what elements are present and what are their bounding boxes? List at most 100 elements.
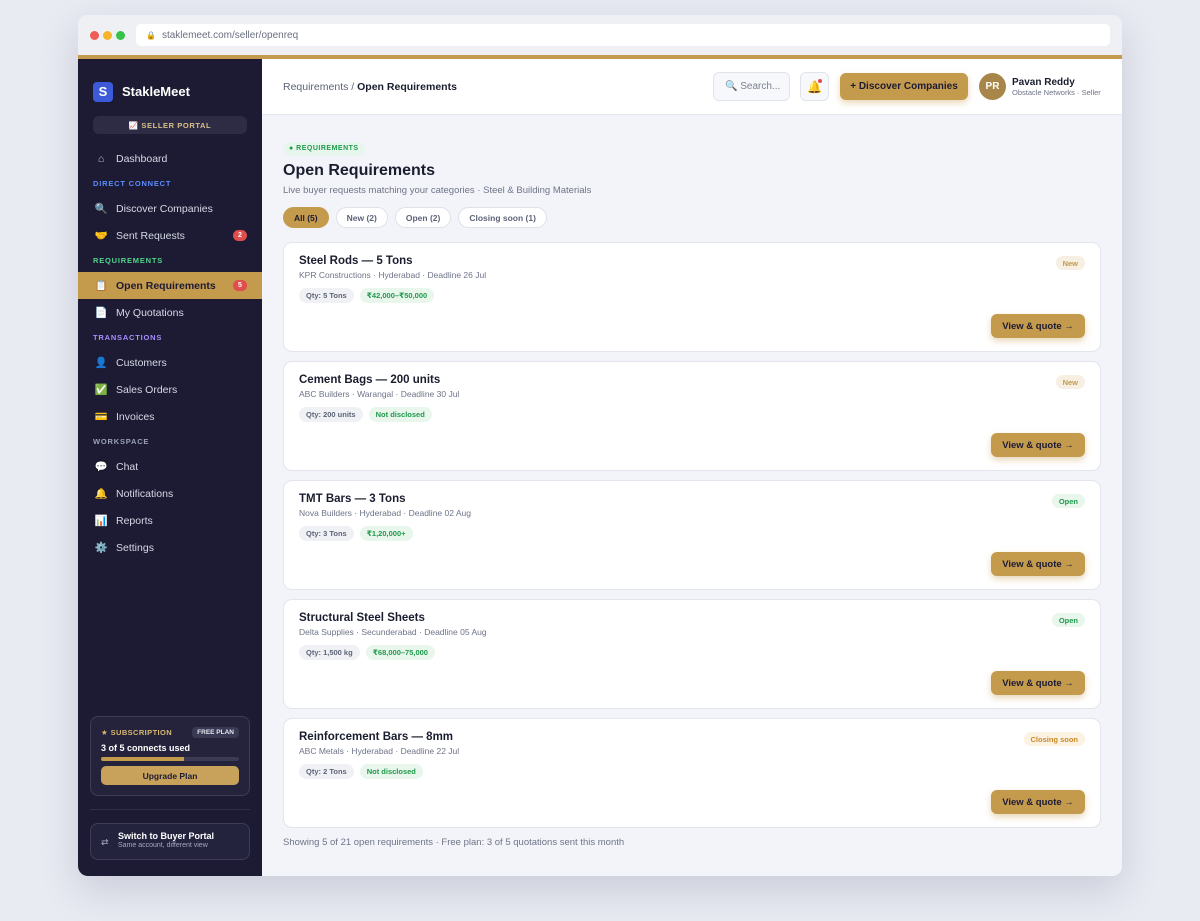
- close-window-dot[interactable]: [90, 30, 99, 40]
- sidebar-item-chat[interactable]: 💬 Chat: [78, 453, 262, 480]
- logo-icon: S: [93, 81, 113, 102]
- sent-requests-count-badge: 2: [233, 230, 247, 241]
- breadcrumb-parent[interactable]: Requirements: [283, 81, 348, 93]
- search-icon: 🔍: [94, 203, 108, 215]
- sidebar-item-reports[interactable]: 📊 Reports: [78, 507, 262, 534]
- requirement-card: Cement Bags — 200 units ABC Builders · W…: [283, 361, 1101, 471]
- switch-subtitle: Same account, different view: [118, 842, 208, 849]
- tab-closing-soon[interactable]: Closing soon (1): [458, 207, 547, 228]
- section-requirements: REQUIREMENTS: [93, 256, 164, 265]
- card-icon: 💳: [94, 411, 108, 423]
- price-chip: ₹42,000–₹50,000: [359, 288, 435, 303]
- sidebar-item-label: Sent Requests: [116, 229, 185, 242]
- sidebar-item-label: Reports: [116, 514, 153, 527]
- discover-companies-button[interactable]: + Discover Companies: [840, 73, 968, 100]
- requirement-card: Reinforcement Bars — 8mm ABC Metals · Hy…: [283, 718, 1101, 828]
- sidebar-item-my-quotations[interactable]: 📄 My Quotations: [78, 299, 262, 326]
- quantity-chip: Qty: 1,500 kg: [299, 645, 360, 660]
- quantity-chip: Qty: 200 units: [299, 407, 363, 422]
- sidebar-item-invoices[interactable]: 💳 Invoices: [78, 403, 262, 430]
- section-workspace: WORKSPACE: [93, 437, 150, 446]
- bell-icon: 🔔: [94, 488, 108, 500]
- view-quote-button[interactable]: View & quote →: [991, 314, 1085, 338]
- sidebar-item-sent-requests[interactable]: 🤝 Sent Requests 2: [78, 222, 262, 249]
- section-transactions: TRANSACTIONS: [93, 333, 163, 342]
- url-text: staklemeet.com/seller/openreq: [161, 29, 299, 41]
- filter-tabs: All (5) New (2) Open (2) Closing soon (1…: [283, 207, 1101, 228]
- status-badge: New: [1055, 256, 1085, 270]
- user-icon: 👤: [94, 357, 108, 369]
- connects-progress-bar: [101, 757, 239, 761]
- plan-badge: FREE PLAN: [192, 727, 239, 738]
- status-badge: Open: [1051, 494, 1085, 508]
- view-quote-button[interactable]: View & quote →: [991, 671, 1085, 695]
- chat-icon: 💬: [94, 461, 108, 473]
- tab-new[interactable]: New (2): [335, 207, 388, 228]
- sidebar-item-label: Sales Orders: [116, 383, 178, 396]
- requirement-title: Reinforcement Bars — 8mm: [299, 731, 454, 743]
- sidebar-item-dashboard[interactable]: ⌂ Dashboard: [78, 145, 262, 172]
- minimize-window-dot[interactable]: [103, 30, 112, 40]
- sidebar-item-label: Notifications: [116, 487, 174, 500]
- maximize-window-dot[interactable]: [116, 30, 125, 40]
- top-bar: Requirements / Open Requirements 🔍 Searc…: [262, 59, 1122, 115]
- view-quote-button[interactable]: View & quote →: [991, 790, 1085, 814]
- gear-icon: ⚙️: [94, 542, 108, 554]
- quantity-chip: Qty: 2 Tons: [299, 764, 354, 779]
- check-icon: ✅: [94, 384, 108, 396]
- user-name[interactable]: Pavan Reddy: [1012, 77, 1075, 88]
- price-chip: ₹68,000–75,000: [365, 645, 435, 660]
- sidebar-item-label: Chat: [116, 460, 139, 473]
- browser-window: 🔒 staklemeet.com/seller/openreq S Stakle…: [78, 15, 1122, 876]
- sidebar-item-sales-orders[interactable]: ✅ Sales Orders: [78, 376, 262, 403]
- address-bar[interactable]: 🔒 staklemeet.com/seller/openreq: [136, 24, 1110, 46]
- avatar[interactable]: PR: [979, 73, 1006, 100]
- brand[interactable]: S StakleMeet: [78, 59, 262, 109]
- tab-open[interactable]: Open (2): [394, 207, 452, 228]
- view-quote-button[interactable]: View & quote →: [991, 552, 1085, 576]
- requirement-title: Steel Rods — 5 Tons: [299, 255, 413, 267]
- sidebar-item-notifications[interactable]: 🔔 Notifications: [78, 480, 262, 507]
- search-input[interactable]: 🔍 Search...: [713, 72, 790, 101]
- breadcrumb: Requirements / Open Requirements: [283, 81, 457, 93]
- subscription-title: ★ SUBSCRIPTION: [101, 728, 173, 737]
- view-quote-button[interactable]: View & quote →: [991, 433, 1085, 457]
- switch-to-buyer-portal-button[interactable]: ⇄ Switch to Buyer Portal Same account, d…: [90, 823, 250, 860]
- handshake-icon: 🤝: [94, 230, 108, 242]
- seller-portal-badge: 📈 SELLER PORTAL: [93, 116, 247, 134]
- home-icon: ⌂: [97, 152, 105, 165]
- sidebar-item-label: Dashboard: [116, 152, 168, 165]
- quantity-chip: Qty: 3 Tons: [299, 526, 354, 541]
- upgrade-plan-button[interactable]: Upgrade Plan: [101, 766, 239, 785]
- requirement-meta: ABC Builders · Warangal · Deadline 30 Ju…: [299, 389, 460, 399]
- sidebar-item-customers[interactable]: 👤 Customers: [78, 349, 262, 376]
- status-badge: Open: [1051, 613, 1085, 627]
- requirement-card: Steel Rods — 5 Tons KPR Constructions · …: [283, 242, 1101, 352]
- connects-used-text: 3 of 5 connects used: [101, 743, 191, 753]
- breadcrumb-current: Open Requirements: [357, 81, 457, 93]
- switch-title: Switch to Buyer Portal: [118, 831, 215, 841]
- sidebar-item-label: Customers: [116, 356, 167, 369]
- browser-chrome: 🔒 staklemeet.com/seller/openreq: [78, 15, 1122, 55]
- notifications-button[interactable]: 🔔: [800, 72, 829, 101]
- price-chip: ₹1,20,000+: [359, 526, 413, 541]
- sidebar-item-open-requirements[interactable]: 📋 Open Requirements 5: [78, 272, 262, 299]
- chart-icon: 📊: [94, 515, 108, 527]
- lock-icon: 🔒: [146, 30, 156, 40]
- user-subtitle: Obstacle Networks · Seller: [1012, 88, 1101, 97]
- page-subtitle: Live buyer requests matching your catego…: [283, 185, 592, 196]
- tab-all[interactable]: All (5): [283, 207, 329, 228]
- results-summary: Showing 5 of 21 open requirements · Free…: [283, 837, 625, 848]
- sidebar-item-discover-companies[interactable]: 🔍 Discover Companies: [78, 195, 262, 222]
- price-chip: Not disclosed: [368, 407, 432, 422]
- requirement-title: Cement Bags — 200 units: [299, 374, 441, 386]
- sidebar: S StakleMeet 📈 SELLER PORTAL ⌂ Dashboard…: [78, 59, 262, 876]
- requirement-meta: Delta Supplies · Secunderabad · Deadline…: [299, 627, 487, 637]
- requirement-meta: KPR Constructions · Hyderabad · Deadline…: [299, 270, 487, 280]
- document-icon: 📄: [94, 307, 108, 319]
- sidebar-item-settings[interactable]: ⚙️ Settings: [78, 534, 262, 561]
- breadcrumb-separator: /: [348, 81, 358, 93]
- main-area: Requirements / Open Requirements 🔍 Searc…: [262, 59, 1122, 876]
- sidebar-item-label: My Quotations: [116, 306, 184, 319]
- brand-name: StakleMeet: [122, 84, 190, 99]
